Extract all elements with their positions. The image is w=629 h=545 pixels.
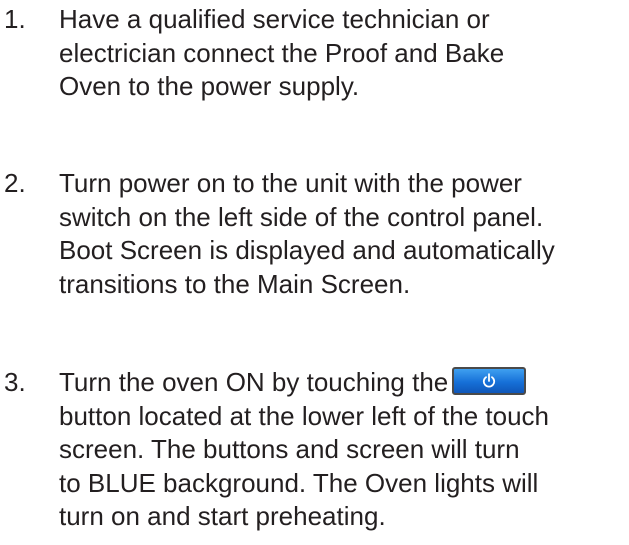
- step-line-text: Turn the oven ON by touching the: [59, 367, 449, 397]
- step-line: turn on and start preheating.: [59, 501, 386, 531]
- step-3: 3. Turn the oven ON by touching the butt…: [0, 366, 629, 534]
- step-text: Turn power on to the unit with the power…: [59, 167, 625, 301]
- step-number: 2.: [4, 168, 26, 198]
- step-line: button located at the lower left of the …: [59, 400, 549, 431]
- step-line: transitions to the Main Screen.: [59, 268, 411, 299]
- step-line: to BLUE background. The Oven lights will: [59, 467, 539, 498]
- power-button-image: [452, 367, 527, 396]
- step-line: Have a qualified service technician or: [59, 4, 490, 34]
- step-number: 1.: [4, 4, 26, 34]
- step-line: Boot Screen is displayed and automatical…: [59, 235, 555, 265]
- step-line: screen. The buttons and screen will turn: [59, 434, 520, 464]
- step-line: switch on the left side of the control p…: [59, 201, 544, 232]
- step-text: Have a qualified service technician or e…: [59, 3, 625, 104]
- step-text: Turn the oven ON by touching the button …: [59, 366, 625, 534]
- step-line: Turn the oven ON by touching the: [59, 366, 625, 400]
- power-icon: [483, 373, 496, 388]
- step-1: 1. Have a qualified service technician o…: [0, 3, 629, 104]
- step-line: Turn power on to the unit with the power: [59, 168, 522, 198]
- step-2: 2. Turn power on to the unit with the po…: [0, 167, 629, 301]
- step-line: Oven to the power supply.: [59, 71, 360, 101]
- step-line: electrician connect the Proof and Bake: [59, 37, 505, 68]
- step-number: 3.: [4, 367, 26, 397]
